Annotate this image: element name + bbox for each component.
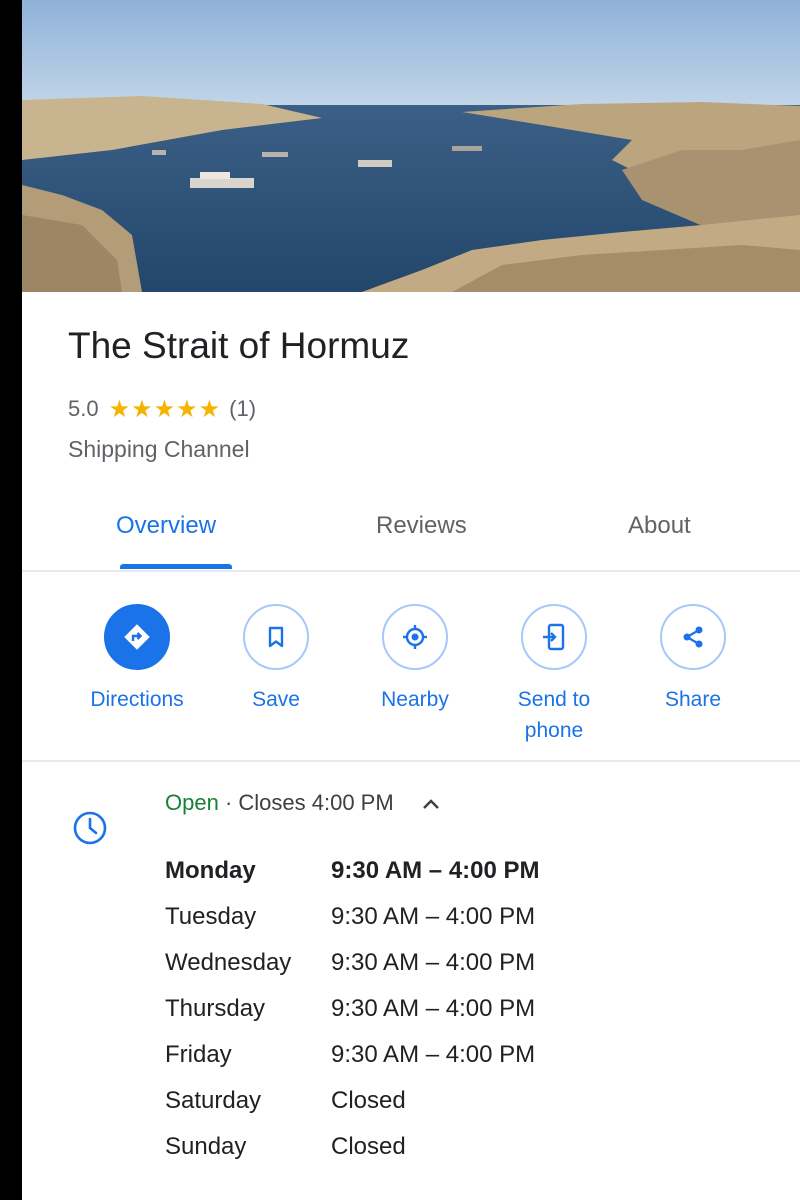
hours-section: Open · Closes 4:00 PM Monday 9:30 AM – 4… <box>22 762 800 1200</box>
day-hours: 9:30 AM – 4:00 PM <box>331 995 536 1022</box>
directions-label: Directions <box>90 688 184 711</box>
hours-row: Friday 9:30 AM – 4:00 PM <box>165 1032 540 1078</box>
day-hours: Closed <box>331 1133 406 1160</box>
day-hours: 9:30 AM – 4:00 PM <box>331 1041 536 1068</box>
review-count[interactable]: (1) <box>229 396 256 422</box>
day-name: Monday <box>165 857 256 884</box>
share-label: Share <box>664 688 722 711</box>
day-name: Saturday <box>165 1087 262 1114</box>
day-name: Wednesday <box>165 949 292 976</box>
bookmark-icon <box>243 604 309 670</box>
hours-row: Saturday Closed <box>165 1078 540 1124</box>
hours-row: Monday 9:30 AM – 4:00 PM <box>165 848 540 894</box>
hours-row: Wednesday 9:30 AM – 4:00 PM <box>165 940 540 986</box>
chevron-up-icon <box>422 790 440 816</box>
share-button[interactable]: Share <box>623 604 763 715</box>
send-to-phone-label: Send to phone <box>517 688 591 742</box>
day-hours: 9:30 AM – 4:00 PM <box>331 903 536 930</box>
day-hours: 9:30 AM – 4:00 PM <box>331 857 540 884</box>
hours-row: Thursday 9:30 AM – 4:00 PM <box>165 986 540 1032</box>
tab-bar: Overview Reviews About <box>22 500 800 572</box>
day-hours: Closed <box>331 1087 406 1114</box>
send-to-phone-icon <box>521 604 587 670</box>
place-photo[interactable] <box>22 0 800 292</box>
save-button[interactable]: Save <box>206 604 346 715</box>
share-icon <box>660 604 726 670</box>
rating-row[interactable]: 5.0 ★★★★★ (1) <box>68 394 256 424</box>
send-to-phone-button[interactable]: Send to phone <box>484 604 624 746</box>
day-name: Friday <box>165 1041 232 1068</box>
rating-value: 5.0 <box>68 396 99 421</box>
tab-about[interactable]: About <box>628 512 691 540</box>
status-separator: · <box>218 790 239 815</box>
day-hours: 9:30 AM – 4:00 PM <box>331 949 536 976</box>
directions-button[interactable]: Directions <box>67 604 207 715</box>
open-status: Open <box>165 790 219 815</box>
star-rating-icon: ★★★★★ <box>108 395 222 423</box>
day-name: Thursday <box>165 995 266 1022</box>
clock-icon <box>72 810 108 851</box>
hours-row: Sunday Closed <box>165 1124 540 1170</box>
save-label: Save <box>252 688 300 711</box>
hours-table: Monday 9:30 AM – 4:00 PM Tuesday 9:30 AM… <box>165 848 540 1170</box>
day-name: Tuesday <box>165 903 257 930</box>
nearby-label: Nearby <box>381 688 449 711</box>
closing-time: Closes 4:00 PM <box>238 790 394 815</box>
tab-overview[interactable]: Overview <box>116 512 216 540</box>
nearby-icon <box>382 604 448 670</box>
active-tab-indicator <box>120 564 232 569</box>
place-category[interactable]: Shipping Channel <box>68 436 250 463</box>
action-bar: Directions Save Nearby Send to phone Sha… <box>22 572 800 762</box>
place-title: The Strait of Hormuz <box>68 325 410 366</box>
hours-toggle[interactable]: Open · Closes 4:00 PM <box>165 790 440 816</box>
day-name: Sunday <box>165 1133 247 1160</box>
place-card: The Strait of Hormuz 5.0 ★★★★★ (1) Shipp… <box>22 0 800 1200</box>
tab-reviews[interactable]: Reviews <box>376 512 467 540</box>
nearby-button[interactable]: Nearby <box>345 604 485 715</box>
directions-icon <box>104 604 170 670</box>
hours-row: Tuesday 9:30 AM – 4:00 PM <box>165 894 540 940</box>
